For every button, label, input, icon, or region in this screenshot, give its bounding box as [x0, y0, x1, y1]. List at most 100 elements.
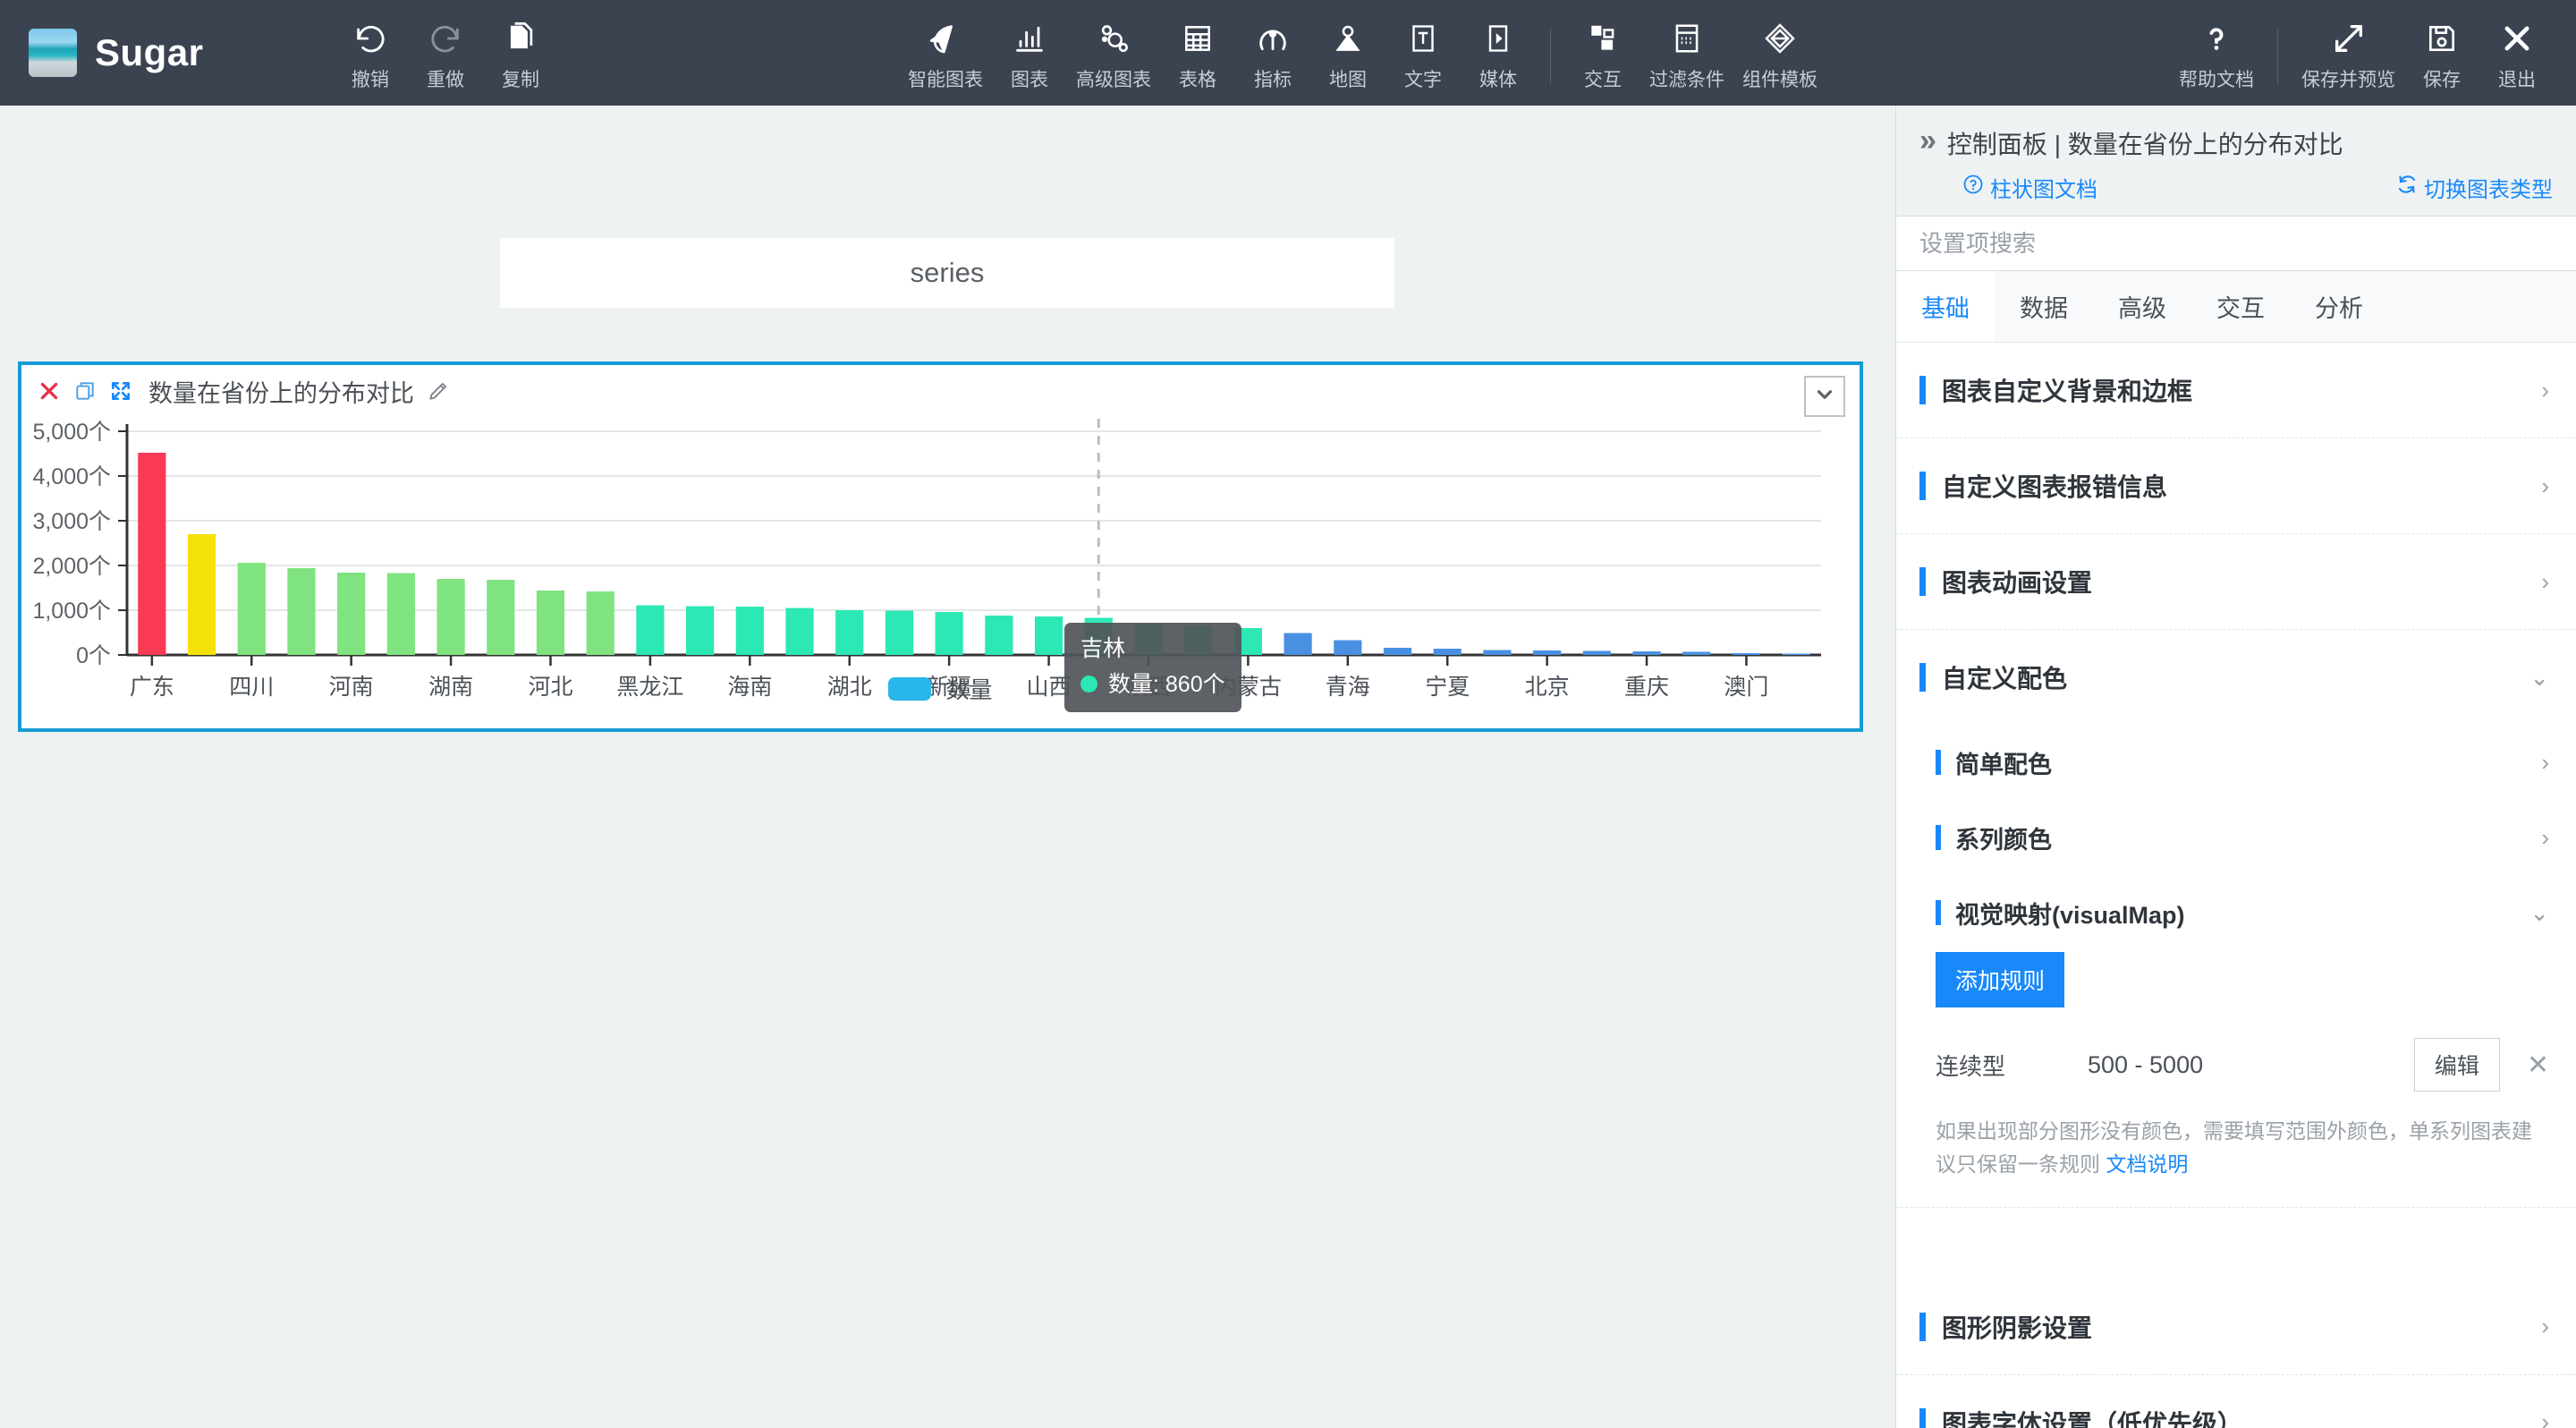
section-title: 自定义图表报错信息 [1942, 473, 2168, 501]
breadcrumb: 控制面板 | 数量在省份上的分布对比 [1946, 131, 2343, 158]
map-pin-icon [1331, 20, 1365, 57]
visualmap-doc-link[interactable]: 文档说明 [2106, 1152, 2188, 1176]
settings-panel: » 控制面板 | 数量在省份上的分布对比 柱状图文档 切换图表类型 设置项搜索 … [1895, 106, 2576, 1428]
copy-icon[interactable] [73, 379, 97, 403]
toolbar-divider [1550, 28, 1551, 84]
edit-rule-button[interactable]: 编辑 [2413, 1038, 2500, 1092]
section-chart-error-message: 自定义图表报错信息 › [1896, 438, 2576, 534]
save-disk-icon [2425, 20, 2459, 57]
media-play-icon [1482, 20, 1514, 57]
metric-button[interactable]: 指标 [1235, 20, 1310, 92]
map-button[interactable]: 地图 [1310, 20, 1385, 92]
series-text-widget[interactable]: series [500, 238, 1394, 308]
series-label: series [910, 257, 985, 288]
smart-chart-label: 智能图表 [908, 70, 983, 90]
add-rule-button[interactable]: 添加规则 [1936, 952, 2065, 1007]
help-doc-button[interactable]: 帮助文档 [2170, 20, 2263, 92]
svg-text:4,000个: 4,000个 [32, 464, 111, 489]
chart-widget-header: 数量在省份上的分布对比 [21, 365, 1860, 417]
pencil-icon[interactable] [427, 379, 450, 403]
visualmap-body: 添加规则 连续型 500 - 5000 编辑 ✕ 如果出现部分图形没有颜色，需要… [1896, 950, 2576, 1207]
media-label: 媒体 [1479, 70, 1517, 90]
chart-widget[interactable]: 数量在省份上的分布对比 0个1,000个2,000个3,000个4,00 [18, 361, 1863, 732]
rule-range-label: 500 - 5000 [2088, 1050, 2204, 1078]
subsection-accent-bar [1936, 900, 1941, 925]
interaction-button[interactable]: 交互 [1565, 20, 1640, 92]
bar-chart-icon [1012, 20, 1047, 57]
undo-icon [352, 20, 388, 57]
table-button[interactable]: 表格 [1160, 20, 1235, 92]
smart-chart-button[interactable]: 智能图表 [899, 20, 992, 92]
section-chart-background-header[interactable]: 图表自定义背景和边框 › [1896, 343, 2576, 438]
search-input[interactable] [1919, 229, 2553, 258]
subsection-visualmap-header[interactable]: 视觉映射(visualMap) ⌄ [1896, 875, 2576, 950]
filter-button[interactable]: 过滤条件 [1640, 20, 1733, 92]
legend-label: 数量 [945, 676, 993, 703]
settings-sections-list[interactable]: 图表自定义背景和边框 › 自定义图表报错信息 › 图表动画设置 › 自定义配色 … [1896, 343, 2576, 1428]
chart-legend[interactable]: 数量 [21, 672, 1860, 705]
advanced-chart-button[interactable]: 高级图表 [1067, 20, 1160, 92]
tab-interaction[interactable]: 交互 [2191, 271, 2290, 342]
section-shape-shadow-header[interactable]: 图形阴影设置 › [1896, 1279, 2576, 1374]
fullscreen-icon[interactable] [109, 379, 132, 403]
toolbar-center-group: 智能图表 图表 高级图表 表格 指标 地图 文字 媒体 交互 过滤条件 组件模板 [899, 20, 1826, 92]
chart-button[interactable]: 图表 [992, 20, 1067, 92]
chart-label: 图表 [1011, 70, 1048, 90]
section-chart-error-message-header[interactable]: 自定义图表报错信息 › [1896, 438, 2576, 533]
text-label: 文字 [1404, 70, 1442, 90]
tab-advanced[interactable]: 高级 [2093, 271, 2191, 342]
chevron-down-icon [1813, 383, 1836, 411]
component-template-button[interactable]: 组件模板 [1733, 20, 1826, 92]
top-toolbar: Sugar 撤销 重做 复制 智能图表 图表 高级图表 表格 指标 地图 文字 … [0, 0, 2576, 106]
redo-button[interactable]: 重做 [408, 20, 483, 92]
section-title: 图形阴影设置 [1942, 1313, 2093, 1342]
double-chevron-right-icon[interactable]: » [1919, 125, 1936, 156]
section-title: 图表动画设置 [1942, 569, 2093, 597]
chart-widget-dropdown-button[interactable] [1804, 376, 1845, 417]
app-name: Sugar [95, 31, 204, 73]
media-button[interactable]: 媒体 [1461, 20, 1536, 92]
chevron-down-icon: ⌄ [2529, 898, 2549, 926]
section-custom-colors-header[interactable]: 自定义配色 ⌄ [1896, 630, 2576, 725]
close-x-icon[interactable]: ✕ [2527, 1050, 2549, 1081]
close-x-icon [2500, 20, 2534, 57]
section-accent-bar [1919, 1407, 1926, 1428]
section-chart-font-header[interactable]: 图表字体设置（低优先级） › [1896, 1375, 2576, 1428]
subsection-title: 简单配色 [1955, 751, 2052, 778]
subsection-series-colors-header[interactable]: 系列颜色 › [1896, 800, 2576, 875]
metric-label: 指标 [1254, 70, 1292, 90]
save-label: 保存 [2423, 70, 2461, 90]
section-accent-bar [1919, 663, 1926, 692]
section-accent-bar [1919, 567, 1926, 596]
save-button[interactable]: 保存 [2404, 20, 2479, 92]
switch-chart-type-label: 切换图表类型 [2424, 178, 2553, 202]
chevron-right-icon: › [2541, 567, 2549, 595]
section-chart-animation-header[interactable]: 图表动画设置 › [1896, 534, 2576, 629]
settings-panel-header: » 控制面板 | 数量在省份上的分布对比 柱状图文档 切换图表类型 [1896, 106, 2576, 216]
exit-button[interactable]: 退出 [2479, 20, 2555, 92]
bar-chart-doc-link[interactable]: 柱状图文档 [1962, 172, 2097, 203]
dashboard-canvas[interactable]: series 数量在省份上的分布对比 0个 1,000个 2,000个 3,00… [0, 106, 1895, 1428]
copy-button[interactable]: 复制 [483, 20, 558, 92]
help-doc-label: 帮助文档 [2179, 70, 2254, 90]
filter-icon [1670, 20, 1704, 57]
save-preview-button[interactable]: 保存并预览 [2292, 20, 2404, 92]
tab-basic[interactable]: 基础 [1896, 271, 1995, 342]
visualmap-note: 如果出现部分图形没有颜色，需要填写范围外颜色，单系列图表建议只保留一条规则 文档… [1936, 1115, 2549, 1182]
close-x-icon[interactable] [38, 379, 61, 403]
tab-analysis[interactable]: 分析 [2290, 271, 2388, 342]
section-accent-bar [1919, 1312, 1926, 1341]
switch-chart-type-link[interactable]: 切换图表类型 [2396, 172, 2553, 203]
undo-button[interactable]: 撤销 [333, 20, 408, 92]
advanced-chart-label: 高级图表 [1076, 70, 1151, 90]
section-chart-background: 图表自定义背景和边框 › [1896, 343, 2576, 438]
rule-type-label: 连续型 [1936, 1052, 2006, 1080]
chevron-right-icon: › [2541, 1408, 2549, 1428]
tab-data[interactable]: 数据 [1995, 271, 2093, 342]
subsection-simple-colors-header[interactable]: 简单配色 › [1896, 725, 2576, 800]
settings-search-box[interactable] [1896, 216, 2576, 271]
svg-text:2,000个: 2,000个 [32, 554, 111, 579]
text-button[interactable]: 文字 [1385, 20, 1461, 92]
text-icon [1407, 20, 1439, 57]
